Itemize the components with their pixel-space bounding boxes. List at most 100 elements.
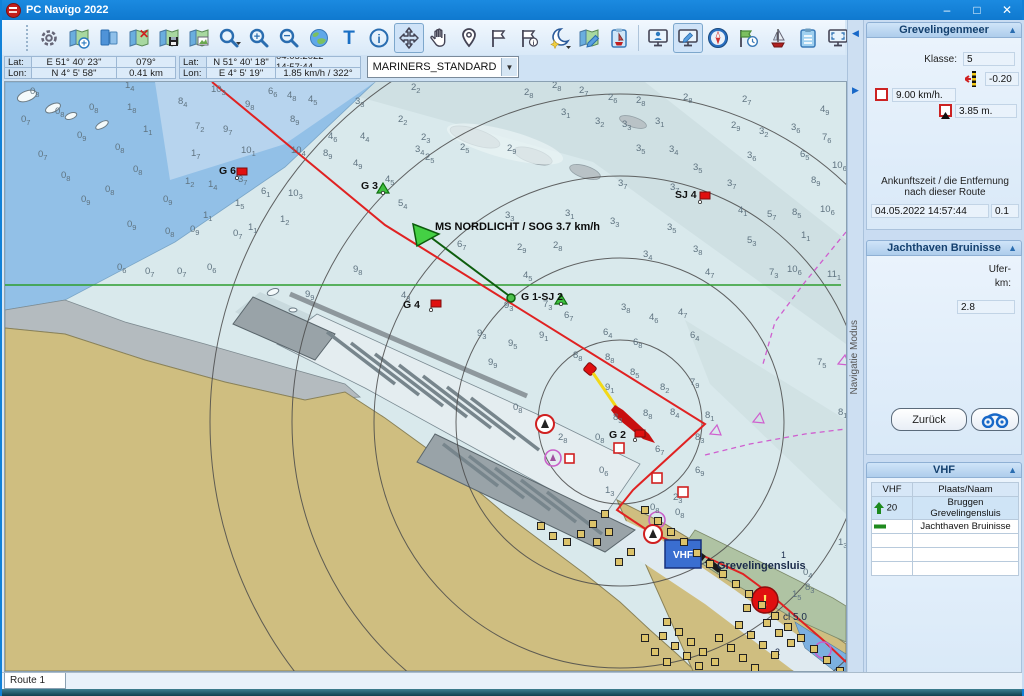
svg-text:i: i (377, 32, 380, 46)
collapse-left-icon[interactable]: ◀ (848, 28, 863, 39)
toolbar-grip[interactable] (26, 25, 28, 51)
map-label: cl 5.0 (783, 612, 807, 623)
waypoint-button[interactable] (454, 23, 484, 53)
panel-title: Jachthaven Bruinisse (887, 242, 1001, 254)
bottom-bar: Route 1 (2, 672, 1022, 690)
boat-button[interactable] (763, 23, 793, 53)
title-bar: PC Navigo 2022 – □ ✕ (2, 0, 1022, 20)
mooring-mark (740, 655, 747, 662)
speed-limit-checkbox[interactable] (875, 88, 888, 101)
mooring-mark (712, 659, 719, 666)
panel-grevelingenmeer: Grevelingenmeer ▲ Klasse: 5 -0.20 9.00 k… (866, 22, 1022, 230)
chart-preset-value: MARINERS_STANDARD (368, 61, 501, 73)
vhf-row-empty[interactable] (872, 562, 1019, 576)
app-logo-icon (6, 3, 21, 18)
mooring-mark (642, 507, 649, 514)
menu-button[interactable] (6, 23, 22, 53)
flag-schedule-button[interactable] (733, 23, 763, 53)
map-add-button[interactable]: + (64, 23, 94, 53)
buoy-label: G 4 (403, 299, 420, 311)
trip-list-button[interactable] (793, 23, 823, 53)
svg-text:✕: ✕ (139, 27, 149, 41)
zoom-out-button[interactable]: − (274, 23, 304, 53)
panel-grevelingenmeer-header[interactable]: Grevelingenmeer ▲ (866, 22, 1022, 38)
svg-text:VHF: VHF (673, 550, 693, 561)
chevron-down-icon[interactable]: ▼ (501, 58, 517, 76)
vhf-row[interactable]: 20Bruggen Grevelingensluis (872, 497, 1019, 520)
zoom-in-button[interactable]: + (244, 23, 274, 53)
mooring-mark (752, 665, 759, 672)
mooring-mark (564, 539, 571, 546)
svg-text:+: + (81, 38, 87, 49)
sidebar-collapse-strip: ◀ ▶ Navigatie Modus (847, 20, 864, 689)
vhf-row-empty[interactable] (872, 534, 1019, 548)
info-button[interactable]: i (364, 23, 394, 53)
vessel-label: MS NORDLICHT / SOG 3.7 km/h (435, 221, 600, 233)
svg-text:−: − (283, 28, 290, 42)
mooring-mark (550, 533, 557, 540)
route-tab[interactable]: Route 1 (4, 673, 66, 689)
compass-button[interactable] (703, 23, 733, 53)
buoy-label: G 2 (609, 429, 626, 441)
maximize-button[interactable]: □ (962, 0, 992, 20)
mooring-mark (811, 646, 818, 653)
mooring-mark (606, 529, 613, 536)
vhf-row[interactable]: Jachthaven Bruinisse (872, 520, 1019, 534)
panel-vhf-header[interactable]: VHF ▲ (866, 462, 1022, 478)
map-remove-button[interactable]: ✕ (124, 23, 154, 53)
map-screenshot-button[interactable] (184, 23, 214, 53)
monitor-user-button[interactable] (643, 23, 673, 53)
speed-limit-value: 9.00 km/h. (892, 88, 956, 102)
map-save-button[interactable] (154, 23, 184, 53)
monitor-edit-button[interactable] (673, 23, 703, 53)
pan-tool-button[interactable] (394, 23, 424, 53)
chart-map[interactable]: VHF ! 0807080809080708080908090908060907… (4, 81, 847, 672)
panel-title: VHF (933, 464, 955, 476)
collapse-up-icon[interactable]: ▲ (1008, 25, 1017, 35)
map-layers-button[interactable] (94, 23, 124, 53)
arrival-time: 04.05.2022 14:57:44 (871, 204, 989, 218)
mooring-mark (602, 511, 609, 518)
warning-icon: ! (752, 587, 778, 613)
mooring-mark (676, 629, 683, 636)
mooring-mark (776, 630, 783, 637)
map-label: Grevelingensluis (717, 560, 806, 572)
vhf-row-empty[interactable] (872, 548, 1019, 562)
night-mode-button[interactable] (544, 23, 574, 53)
mooring-mark (720, 571, 727, 578)
mooring-mark (748, 632, 755, 639)
mooring-mark (538, 523, 545, 530)
back-button[interactable]: Zurück (891, 408, 967, 431)
mooring-mark (764, 620, 771, 627)
mooring-mark (824, 657, 831, 664)
vhf-table[interactable]: VHF Plaats/Naam 20Bruggen Grevelingenslu… (871, 482, 1019, 576)
minimize-button[interactable]: – (932, 0, 962, 20)
mooring-mark (733, 581, 740, 588)
klasse-value: 5 (963, 52, 1015, 66)
close-button[interactable]: ✕ (992, 0, 1022, 20)
mooring-mark (590, 521, 597, 528)
flag-info-button[interactable]: i (514, 23, 544, 53)
collapse-up-icon[interactable]: ▲ (1008, 243, 1017, 253)
mooring-mark (772, 652, 779, 659)
zoom-tool-button[interactable] (214, 23, 244, 53)
flag-button[interactable] (484, 23, 514, 53)
route-edit-button[interactable] (574, 23, 604, 53)
clipboard-boat-button[interactable] (604, 23, 634, 53)
mooring-mark (759, 602, 766, 609)
settings-button[interactable] (34, 23, 64, 53)
text-tool-button[interactable]: T (334, 23, 364, 53)
svg-text:i: i (533, 40, 535, 47)
binoculars-button[interactable] (971, 408, 1019, 431)
buoy-label: SJ 4 (675, 189, 697, 201)
panel-jachthaven-header[interactable]: Jachthaven Bruinisse ▲ (866, 240, 1022, 256)
ufer-label-1: Ufer- (989, 264, 1011, 275)
collapse-up-icon[interactable]: ▲ (1008, 465, 1017, 475)
globe-button[interactable] (304, 23, 334, 53)
hand-tool-button[interactable] (424, 23, 454, 53)
collapse-right-icon[interactable]: ▶ (848, 85, 863, 96)
chart-preset-select[interactable]: MARINERS_STANDARD ▼ (367, 56, 519, 78)
window-title: PC Navigo 2022 (26, 4, 109, 16)
mooring-mark (664, 619, 671, 626)
mooring-mark (684, 653, 691, 660)
